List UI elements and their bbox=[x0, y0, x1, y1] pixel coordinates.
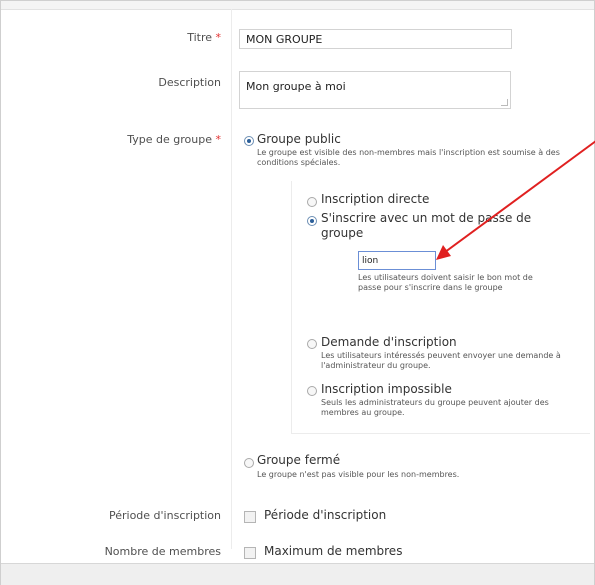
group-password-input[interactable]: lion bbox=[358, 251, 436, 270]
title-input[interactable]: MON GROUPE bbox=[239, 29, 512, 49]
password-help-text: Les utilisateurs doivent saisir le bon m… bbox=[358, 273, 533, 292]
description-value: Mon groupe à moi bbox=[246, 80, 346, 93]
no-registration-label: Inscription impossible bbox=[321, 382, 452, 396]
description-textarea[interactable]: Mon groupe à moi bbox=[239, 71, 511, 109]
request-registration-description: Les utilisateurs intéressés peuvent envo… bbox=[321, 351, 561, 370]
closed-group-label: Groupe fermé bbox=[257, 453, 341, 467]
radio-public-group[interactable] bbox=[244, 136, 254, 146]
radio-no-registration[interactable] bbox=[307, 386, 317, 396]
radio-direct-registration[interactable] bbox=[307, 197, 317, 207]
bottom-bar bbox=[1, 563, 594, 585]
period-checkbox[interactable] bbox=[244, 511, 256, 523]
radio-request-registration[interactable] bbox=[307, 339, 317, 349]
members-label: Nombre de membres bbox=[104, 545, 221, 558]
radio-password-registration[interactable] bbox=[307, 216, 317, 226]
public-group-label: Groupe public bbox=[257, 132, 341, 146]
form-panel: Titre * MON GROUPE Description Mon group… bbox=[0, 0, 595, 585]
password-registration-label: S'inscrire avec un mot de passe de group… bbox=[321, 211, 532, 240]
closed-group-description: Le groupe n'est pas visible pour les non… bbox=[257, 470, 460, 479]
members-checkbox[interactable] bbox=[244, 547, 256, 559]
request-registration-label: Demande d'inscription bbox=[321, 335, 457, 349]
type-label-text: Type de groupe bbox=[127, 133, 212, 146]
no-registration-description: Seuls les administrateurs du groupe peuv… bbox=[321, 398, 549, 417]
period-label: Période d'inscription bbox=[108, 509, 221, 522]
title-label: Titre * bbox=[187, 31, 221, 44]
members-checkbox-label: Maximum de membres bbox=[264, 544, 403, 558]
top-strip bbox=[1, 1, 594, 10]
required-mark: * bbox=[215, 31, 222, 44]
type-label: Type de groupe * bbox=[127, 133, 221, 146]
direct-registration-label: Inscription directe bbox=[321, 192, 430, 206]
required-mark: * bbox=[215, 133, 222, 146]
radio-closed-group[interactable] bbox=[244, 458, 254, 468]
period-checkbox-label: Période d'inscription bbox=[264, 508, 387, 522]
resize-grip-icon[interactable] bbox=[501, 99, 508, 106]
column-separator bbox=[231, 9, 232, 549]
public-group-description: Le groupe est visible des non-membres ma… bbox=[257, 148, 560, 167]
description-label: Description bbox=[158, 76, 221, 89]
title-label-text: Titre bbox=[187, 31, 212, 44]
